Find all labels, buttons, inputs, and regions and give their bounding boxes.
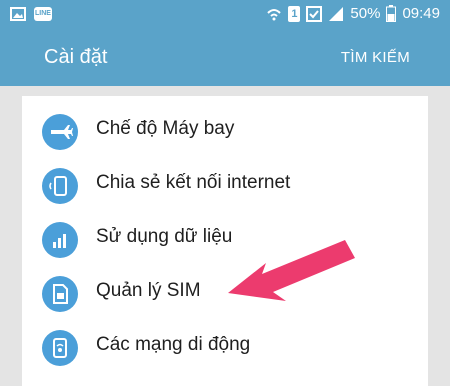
annotation-arrow — [228, 240, 355, 301]
